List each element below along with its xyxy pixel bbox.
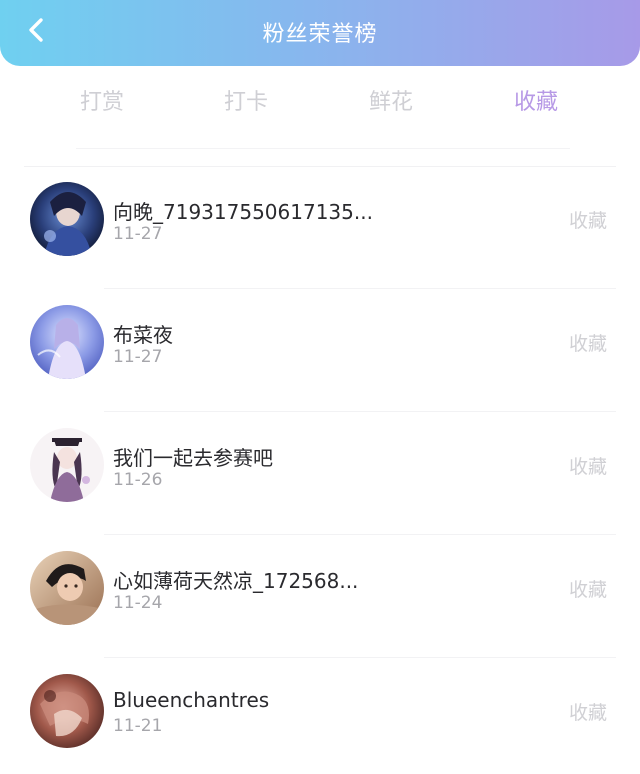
avatar[interactable] [30, 182, 104, 256]
list-item[interactable]: 我们一起去参赛吧 11-26 收藏 [0, 412, 640, 535]
favorite-action[interactable]: 收藏 [569, 698, 607, 725]
list-item[interactable]: 布菜夜 11-27 收藏 [0, 289, 640, 412]
list-item[interactable]: 心如薄荷天然凉_172568... 11-24 收藏 [0, 535, 640, 658]
favorite-action[interactable]: 收藏 [569, 575, 607, 602]
fan-name: 我们一起去参赛吧 [113, 446, 273, 470]
fan-name: 心如薄荷天然凉_172568... [113, 569, 359, 593]
fan-date: 11-21 [113, 716, 163, 736]
favorite-action[interactable]: 收藏 [569, 206, 607, 233]
header-bar: 粉丝荣誉榜 [0, 0, 640, 66]
avatar[interactable] [30, 305, 104, 379]
tab-checkin[interactable]: 打卡 [196, 84, 296, 116]
list-item[interactable]: 向晚_719317550617135... 11-27 收藏 [0, 166, 640, 289]
avatar[interactable] [30, 428, 104, 502]
fan-date: 11-24 [113, 593, 163, 613]
fan-name: 布菜夜 [113, 323, 173, 347]
tab-bar: 打赏 打卡 鲜花 收藏 [0, 66, 640, 130]
tab-flowers[interactable]: 鲜花 [341, 84, 441, 116]
fan-date: 11-27 [113, 347, 163, 367]
favorite-action[interactable]: 收藏 [569, 329, 607, 356]
tab-reward[interactable]: 打赏 [52, 84, 152, 116]
fan-date: 11-26 [113, 470, 163, 490]
fan-list: 向晚_719317550617135... 11-27 收藏 布菜夜 11-27… [0, 166, 640, 774]
fan-name: Blueenchantres [113, 688, 270, 712]
avatar[interactable] [30, 551, 104, 625]
fan-date: 11-27 [113, 224, 163, 244]
divider [76, 148, 570, 149]
list-item[interactable]: Blueenchantres 11-21 收藏 [0, 658, 640, 774]
page-title: 粉丝荣誉榜 [262, 22, 378, 47]
fan-name: 向晚_719317550617135... [113, 200, 373, 224]
tab-favorites[interactable]: 收藏 [486, 84, 586, 116]
avatar[interactable] [30, 674, 104, 748]
favorite-action[interactable]: 收藏 [569, 452, 607, 479]
